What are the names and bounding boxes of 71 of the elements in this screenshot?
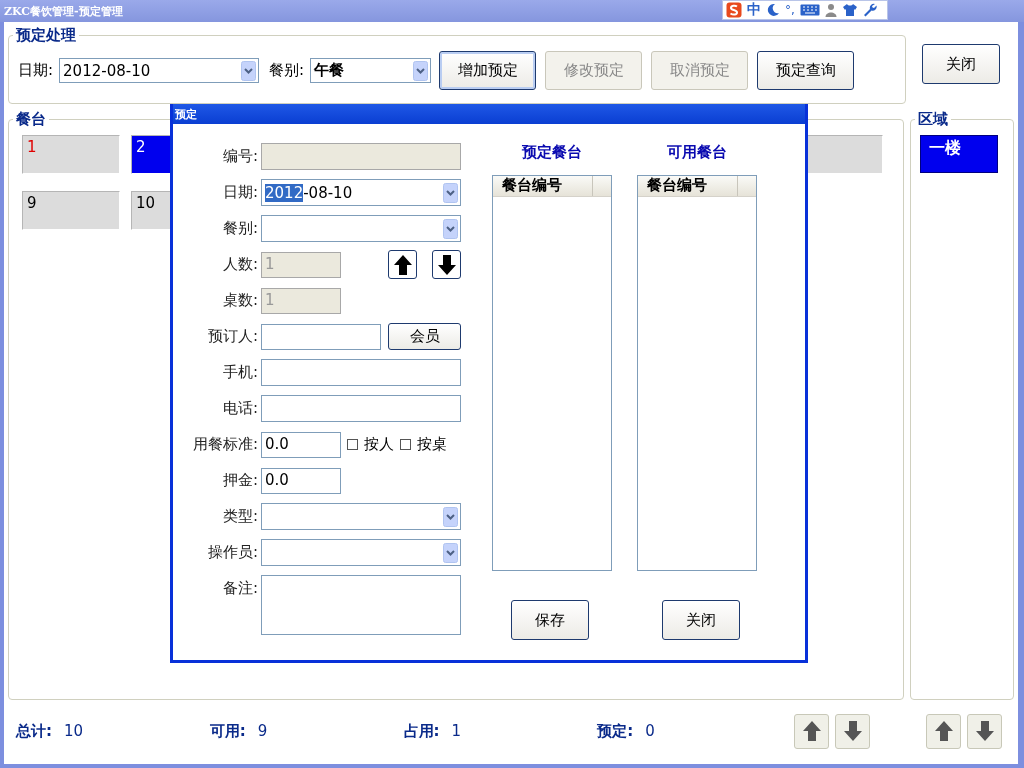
text-field[interactable]	[261, 395, 461, 422]
keyboard-icon	[799, 4, 820, 16]
dropdown-field[interactable]: 2012-08-10	[261, 179, 461, 206]
field-label: 日期:	[18, 61, 54, 80]
member-button[interactable]: 会员	[388, 323, 461, 350]
stat-value: 10	[64, 721, 84, 741]
checkbox-label: 按人	[364, 435, 394, 454]
field-label: 日期:	[221, 183, 259, 202]
checkbox[interactable]	[347, 439, 358, 450]
save-button[interactable]: 保存	[511, 600, 589, 640]
field-label: 操作员:	[206, 543, 259, 562]
table-list[interactable]: 餐台编号	[492, 175, 612, 571]
stat-value: 1	[451, 721, 462, 741]
field-label: 押金:	[221, 471, 259, 490]
table-tile[interactable]: 1	[22, 135, 120, 174]
field-label: 电话:	[221, 399, 259, 418]
group-title: 区域	[917, 110, 950, 129]
dialog-title: 预定	[175, 106, 197, 122]
stat-label: 占用:	[403, 721, 440, 741]
up-arrow-button[interactable]	[388, 250, 417, 279]
action-button[interactable]: 预定查询	[757, 51, 855, 90]
field-label: 餐别:	[269, 61, 305, 80]
region-item[interactable]: 一楼	[920, 135, 999, 173]
down-arrow-icon	[435, 252, 458, 277]
close-button[interactable]: 关闭	[922, 44, 1000, 84]
input-mode-toggle[interactable]: 中	[747, 1, 761, 19]
down-arrow-button[interactable]	[432, 250, 461, 279]
down-arrow-icon	[841, 719, 864, 743]
wrench-icon	[862, 3, 877, 17]
field-label: 备注:	[221, 578, 259, 598]
person-icon	[824, 3, 837, 17]
field-label: 人数:	[221, 255, 259, 274]
stat-value: 0	[645, 721, 655, 741]
group-title: 预定处理	[15, 26, 77, 45]
close-button[interactable]: 关闭	[662, 600, 740, 640]
number-field[interactable]: 0.0	[261, 431, 341, 458]
dropdown-field[interactable]: 2012-08-10	[59, 58, 260, 83]
checkbox[interactable]	[400, 439, 411, 450]
up-arrow-icon	[932, 719, 955, 743]
list-title: 可用餐台	[667, 143, 727, 163]
stat-value: 9	[257, 721, 268, 741]
stat-label: 可用:	[209, 721, 246, 741]
group-title: 餐台	[15, 110, 47, 129]
dropdown-field[interactable]: 午餐	[310, 58, 432, 83]
table-list[interactable]: 餐台编号	[637, 175, 757, 571]
field-label: 编号:	[221, 147, 259, 166]
table-tile[interactable]: 9	[22, 191, 120, 230]
field-label: 餐别:	[221, 219, 259, 238]
punctuation-toggle[interactable]: °,	[785, 3, 795, 17]
dropdown-field[interactable]	[261, 215, 461, 242]
field-label: 手机:	[221, 363, 259, 382]
up-arrow-icon	[800, 719, 823, 743]
shirt-icon	[841, 3, 858, 17]
window-title: ZKC餐饮管理-预定管理	[4, 3, 123, 19]
action-button[interactable]: 增加预定	[439, 51, 537, 90]
text-field[interactable]	[261, 323, 381, 350]
dropdown-field[interactable]	[261, 539, 461, 566]
down-arrow-icon	[973, 719, 996, 743]
text-field[interactable]	[261, 359, 461, 386]
moon-icon	[766, 3, 780, 17]
field-label: 预订人:	[206, 327, 259, 346]
field-label: 桌数:	[221, 291, 259, 310]
field-label: 类型:	[221, 507, 259, 526]
list-title: 预定餐台	[522, 143, 582, 163]
stat-label: 总计:	[16, 721, 52, 741]
number-field[interactable]: 0.0	[261, 467, 341, 494]
dropdown-field[interactable]	[261, 503, 461, 530]
notes-field[interactable]	[261, 575, 461, 635]
stat-label: 预定:	[597, 721, 634, 741]
field-label: 用餐标准:	[191, 435, 259, 454]
checkbox-label: 按桌	[417, 435, 447, 454]
